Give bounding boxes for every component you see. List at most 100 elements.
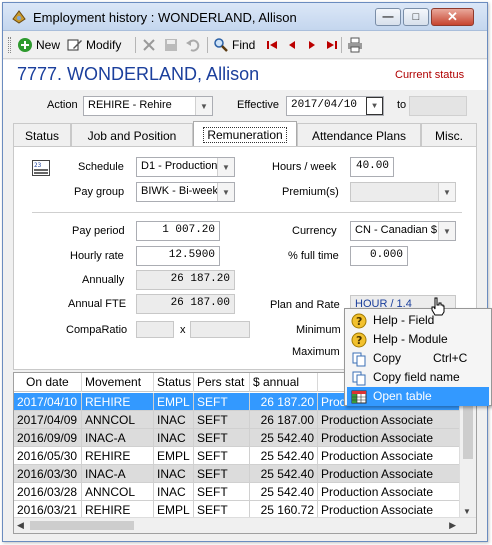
- currency-value: CN - Canadian $: [355, 224, 437, 236]
- chevron-down-icon[interactable]: ▼: [438, 183, 455, 201]
- table-row[interactable]: 2016/05/30 REHIRE EMPL SEFT 25 542.40 Product…: [14, 447, 460, 465]
- chevron-down-icon[interactable]: ▼: [366, 97, 383, 115]
- menu-item-help-field[interactable]: ? Help - Field: [347, 311, 489, 330]
- to-date-field[interactable]: [409, 96, 467, 116]
- schedule-value: D1 - Production: [141, 160, 218, 172]
- scroll-right-icon[interactable]: ▶: [449, 520, 456, 531]
- first-record-button[interactable]: [265, 35, 279, 55]
- employment-history-window: Employment history : WONDERLAND, Allison…: [2, 2, 488, 542]
- table-row[interactable]: 2016/09/09 INAC-A INAC SEFT 25 542.40 Product…: [14, 429, 460, 447]
- find-label: Find: [232, 38, 256, 52]
- comparatio-factor-field: [190, 321, 250, 338]
- new-label: New: [36, 38, 61, 52]
- tab-remuneration[interactable]: Remuneration: [193, 121, 297, 147]
- chevron-down-icon[interactable]: ▼: [217, 183, 234, 201]
- menu-item-open-table[interactable]: Open table: [347, 387, 489, 406]
- scroll-left-icon[interactable]: ◀: [17, 520, 24, 531]
- previous-record-button[interactable]: [285, 35, 299, 55]
- tab-label: Status: [24, 128, 60, 143]
- scroll-thumb[interactable]: [30, 521, 134, 530]
- table-row[interactable]: 2016/03/28 ANNCOL INAC SEFT 25 542.40 Product…: [14, 483, 460, 501]
- menu-item-copy-field-name[interactable]: Copy field name: [347, 368, 489, 387]
- column-header-annual[interactable]: $ annual: [250, 373, 318, 392]
- premium-select[interactable]: ▼: [350, 182, 456, 202]
- menu-item-copy[interactable]: Copy Ctrl+C: [347, 349, 489, 368]
- fulltime-field[interactable]: 0.000: [350, 246, 408, 266]
- tab-job-and-position[interactable]: Job and Position: [71, 123, 193, 147]
- menu-item-help-module[interactable]: ? Help - Module: [347, 330, 489, 349]
- horizontal-scrollbar[interactable]: ◀ ▶: [14, 517, 476, 533]
- toolbar-grip[interactable]: [8, 37, 11, 53]
- fulltime-label: % full time: [288, 250, 339, 262]
- plan-rate-label: Plan and Rate: [270, 299, 340, 311]
- comparatio-x: x: [180, 324, 186, 336]
- table-cell: SEFT: [194, 411, 250, 429]
- column-header-on-date[interactable]: On date: [14, 373, 82, 392]
- minimize-button[interactable]: —: [375, 8, 401, 26]
- undo-button[interactable]: [185, 35, 201, 55]
- chevron-down-icon[interactable]: ▼: [217, 158, 234, 176]
- tab-label: Attendance Plans: [311, 128, 407, 143]
- delete-button[interactable]: [141, 35, 157, 55]
- schedule-select[interactable]: D1 - Production ▼: [136, 157, 235, 177]
- last-record-button[interactable]: [325, 35, 339, 55]
- help-icon: ?: [351, 332, 367, 348]
- table-row[interactable]: 2017/04/09 ANNCOL INAC SEFT 26 187.00 Product…: [14, 411, 460, 429]
- table-cell: SEFT: [194, 447, 250, 465]
- scroll-down-icon[interactable]: ▼: [463, 507, 471, 516]
- toolbar-separator: [135, 37, 136, 53]
- next-icon: [309, 41, 315, 49]
- modify-button[interactable]: Modify: [67, 35, 121, 55]
- print-button[interactable]: [347, 35, 363, 55]
- column-header-pers-stat[interactable]: Pers stat: [194, 373, 250, 392]
- effective-date-field[interactable]: 2017/04/10 ▼: [286, 96, 384, 116]
- next-record-button[interactable]: [305, 35, 319, 55]
- column-header-movement[interactable]: Movement: [82, 373, 154, 392]
- hand-cursor-icon: [431, 297, 445, 316]
- chevron-down-icon[interactable]: ▼: [195, 97, 212, 115]
- table-cell: 2017/04/09: [14, 411, 82, 429]
- table-cell: ANNCOL: [82, 411, 154, 429]
- calculator-icon[interactable]: 23: [32, 160, 50, 176]
- new-button[interactable]: New: [17, 35, 60, 55]
- tab-label: Misc.: [435, 128, 463, 143]
- table-cell: 26 187.20: [250, 393, 318, 411]
- table-cell: 26 187.00: [250, 411, 318, 429]
- table-cell: 2016/09/09: [14, 429, 82, 447]
- currency-select[interactable]: CN - Canadian $ ▼: [350, 221, 456, 241]
- table-cell: INAC: [154, 465, 194, 483]
- save-icon: [165, 39, 177, 51]
- action-select[interactable]: REHIRE - Rehire ▼: [83, 96, 213, 116]
- table-cell: 2016/03/28: [14, 483, 82, 501]
- premium-label: Premium(s): [282, 186, 339, 198]
- maximize-button[interactable]: □: [403, 8, 429, 26]
- tab-misc[interactable]: Misc.: [421, 123, 477, 147]
- toolbar-separator: [341, 37, 342, 53]
- employee-title: 7777. WONDERLAND, Allison: [17, 64, 260, 84]
- employee-header: 7777. WONDERLAND, Allison Current status: [3, 60, 487, 90]
- title-bar: Employment history : WONDERLAND, Allison…: [3, 3, 487, 31]
- close-button[interactable]: ✕: [431, 8, 474, 26]
- find-button[interactable]: Find: [213, 35, 255, 55]
- tab-label: Job and Position: [87, 128, 177, 143]
- save-button[interactable]: [163, 35, 179, 55]
- table-cell: 25 542.40: [250, 429, 318, 447]
- effective-label: Effective: [237, 99, 279, 111]
- paygroup-select[interactable]: BIWK - Bi-week ▼: [136, 182, 235, 202]
- column-header-status[interactable]: Status: [154, 373, 194, 392]
- help-icon: ?: [351, 313, 367, 329]
- table-cell: SEFT: [194, 483, 250, 501]
- table-cell: 2016/03/30: [14, 465, 82, 483]
- tab-attendance-plans[interactable]: Attendance Plans: [297, 123, 421, 147]
- payperiod-field[interactable]: 1 007.20: [136, 221, 220, 241]
- hours-field[interactable]: 40.00: [350, 157, 394, 177]
- chevron-down-icon[interactable]: ▼: [438, 222, 455, 240]
- hourly-rate-field[interactable]: 12.5900: [136, 246, 220, 266]
- tab-status[interactable]: Status: [13, 123, 71, 147]
- table-row[interactable]: 2016/03/30 INAC-A INAC SEFT 25 542.40 Product…: [14, 465, 460, 483]
- table-cell: Production Associate: [318, 429, 460, 447]
- table-cell: EMPL: [154, 447, 194, 465]
- current-status-link[interactable]: Current status: [395, 69, 464, 81]
- window-title: Employment history : WONDERLAND, Allison: [33, 10, 297, 25]
- copy-field-icon: [352, 371, 366, 386]
